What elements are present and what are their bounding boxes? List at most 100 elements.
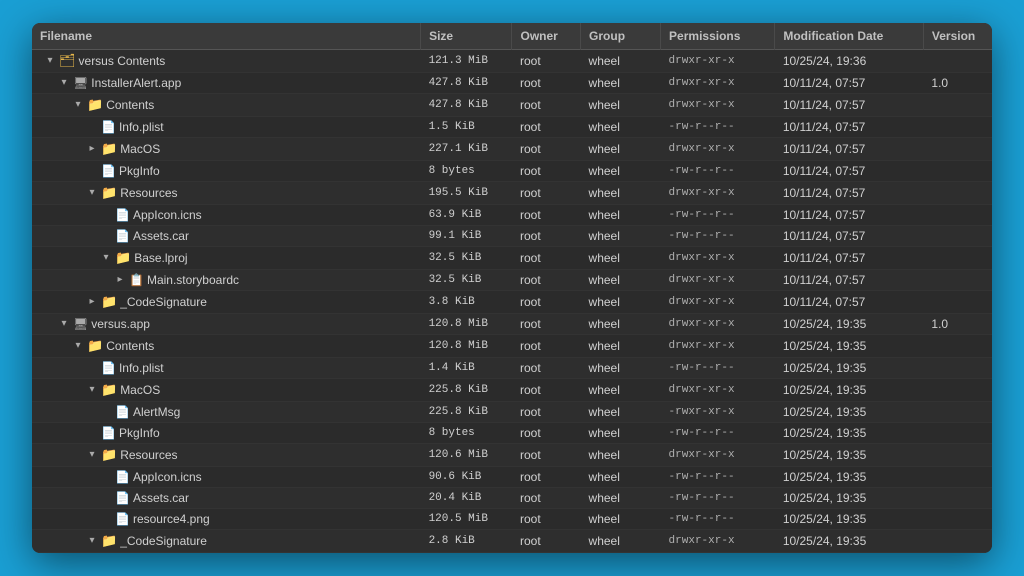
row-version xyxy=(923,358,992,379)
table-row[interactable]: 📄 Assets.car 99.1 KiBrootwheel-rw-r--r--… xyxy=(32,226,992,247)
folder-yellow-icon: 🗂 xyxy=(59,53,76,69)
toggle-expand[interactable]: ▾ xyxy=(58,318,70,330)
table-row[interactable]: ▾ 📁 Resources 120.6 MiBrootwheeldrwxr-xr… xyxy=(32,444,992,467)
row-size: 3.8 KiB xyxy=(421,291,512,314)
row-filename: Resources xyxy=(120,448,177,462)
toggle-expand[interactable]: ▾ xyxy=(86,187,98,199)
toggle-expand[interactable]: ▾ xyxy=(44,55,56,67)
row-perms: -rw-r--r-- xyxy=(661,553,775,554)
table-row[interactable]: 📄 Info.plist 1.4 KiBrootwheel-rw-r--r--1… xyxy=(32,358,992,379)
row-filename: Info.plist xyxy=(119,361,164,375)
col-header-moddate[interactable]: Modification Date xyxy=(775,23,924,50)
table-row[interactable]: ▾ 📁 Base.lproj 32.5 KiBrootwheeldrwxr-xr… xyxy=(32,247,992,270)
file-icon: 📄 xyxy=(115,229,130,243)
file-icon: 📄 xyxy=(115,470,130,484)
row-size: 427.8 KiB xyxy=(421,94,512,117)
row-moddate: 10/11/24, 07:57 xyxy=(775,94,924,117)
table-row[interactable]: ▾ 📁 Contents 427.8 KiBrootwheeldrwxr-xr-… xyxy=(32,94,992,117)
folder-blue-icon: 📁 xyxy=(101,294,117,310)
row-owner: root xyxy=(512,423,581,444)
table-row[interactable]: 📄 CodeResources 2.8 KiBrootwheel-rw-r--r… xyxy=(32,553,992,554)
file-table: Filename Size Owner Group Permissions Mo… xyxy=(32,23,992,553)
col-header-perms[interactable]: Permissions xyxy=(661,23,775,50)
row-size: 1.4 KiB xyxy=(421,358,512,379)
table-row[interactable]: ▾ 📁 _CodeSignature 2.8 KiBrootwheeldrwxr… xyxy=(32,530,992,553)
table-row[interactable]: ▾ 📁 Contents 120.8 MiBrootwheeldrwxr-xr-… xyxy=(32,335,992,358)
row-version xyxy=(923,335,992,358)
row-owner: root xyxy=(512,94,581,117)
folder-blue-icon: 📁 xyxy=(101,141,117,157)
table-row[interactable]: ▾ 🖥 versus.app 120.8 MiBrootwheeldrwxr-x… xyxy=(32,314,992,335)
row-group: wheel xyxy=(581,358,661,379)
row-size: 32.5 KiB xyxy=(421,247,512,270)
row-moddate: 10/25/24, 19:35 xyxy=(775,444,924,467)
table-row[interactable]: 📄 Info.plist 1.5 KiBrootwheel-rw-r--r--1… xyxy=(32,117,992,138)
table-row[interactable]: ▸ 📁 MacOS 227.1 KiBrootwheeldrwxr-xr-x10… xyxy=(32,138,992,161)
table-row[interactable]: 📄 AppIcon.icns 63.9 KiBrootwheel-rw-r--r… xyxy=(32,205,992,226)
row-owner: root xyxy=(512,161,581,182)
row-version xyxy=(923,379,992,402)
toggle-expand[interactable]: ▾ xyxy=(72,340,84,352)
table-row[interactable]: 📄 PkgInfo 8 bytesrootwheel-rw-r--r--10/2… xyxy=(32,423,992,444)
row-version xyxy=(923,138,992,161)
toggle-expand[interactable]: ▾ xyxy=(58,77,70,89)
col-header-version[interactable]: Version xyxy=(923,23,992,50)
toggle-expand[interactable]: ▾ xyxy=(72,99,84,111)
row-version xyxy=(923,247,992,270)
row-group: wheel xyxy=(581,270,661,291)
row-size: 2.8 KiB xyxy=(421,553,512,554)
toggle-expand[interactable]: ▾ xyxy=(86,384,98,396)
col-header-filename[interactable]: Filename xyxy=(32,23,421,50)
toggle-collapse[interactable]: ▸ xyxy=(114,274,126,286)
row-group: wheel xyxy=(581,402,661,423)
row-moddate: 10/25/24, 19:35 xyxy=(775,358,924,379)
row-owner: root xyxy=(512,335,581,358)
row-owner: root xyxy=(512,530,581,553)
table-row[interactable]: 📄 Assets.car 20.4 KiBrootwheel-rw-r--r--… xyxy=(32,488,992,509)
row-owner: root xyxy=(512,226,581,247)
row-moddate: 10/25/24, 19:35 xyxy=(775,488,924,509)
table-row[interactable]: 📄 AppIcon.icns 90.6 KiBrootwheel-rw-r--r… xyxy=(32,467,992,488)
row-owner: root xyxy=(512,488,581,509)
col-header-owner[interactable]: Owner xyxy=(512,23,581,50)
table-container[interactable]: Filename Size Owner Group Permissions Mo… xyxy=(32,23,992,553)
row-version xyxy=(923,161,992,182)
toggle-collapse[interactable]: ▸ xyxy=(86,143,98,155)
row-group: wheel xyxy=(581,226,661,247)
row-group: wheel xyxy=(581,488,661,509)
table-row[interactable]: 📄 PkgInfo 8 bytesrootwheel-rw-r--r--10/1… xyxy=(32,161,992,182)
row-owner: root xyxy=(512,402,581,423)
row-group: wheel xyxy=(581,247,661,270)
table-row[interactable]: ▸ 📁 _CodeSignature 3.8 KiBrootwheeldrwxr… xyxy=(32,291,992,314)
file-icon: 📄 xyxy=(101,164,116,178)
col-header-size[interactable]: Size xyxy=(421,23,512,50)
table-row[interactable]: ▸ 📋 Main.storyboardc 32.5 KiBrootwheeldr… xyxy=(32,270,992,291)
table-row[interactable]: ▾ 📁 MacOS 225.8 KiBrootwheeldrwxr-xr-x10… xyxy=(32,379,992,402)
row-size: 8 bytes xyxy=(421,423,512,444)
table-row[interactable]: ▾ 📁 Resources 195.5 KiBrootwheeldrwxr-xr… xyxy=(32,182,992,205)
row-perms: -rw-r--r-- xyxy=(661,467,775,488)
toggle-expand[interactable]: ▾ xyxy=(86,535,98,547)
row-group: wheel xyxy=(581,205,661,226)
row-version xyxy=(923,117,992,138)
table-row[interactable]: ▾ 🖥 InstallerAlert.app 427.8 KiBrootwhee… xyxy=(32,73,992,94)
toggle-expand[interactable]: ▾ xyxy=(86,449,98,461)
toggle-collapse[interactable]: ▸ xyxy=(86,296,98,308)
table-row[interactable]: 📄 resource4.png 120.5 MiBrootwheel-rw-r-… xyxy=(32,509,992,530)
col-header-group[interactable]: Group xyxy=(581,23,661,50)
row-size: 20.4 KiB xyxy=(421,488,512,509)
row-perms: drwxr-xr-x xyxy=(661,73,775,94)
table-row[interactable]: 📄 AlertMsg 225.8 KiBrootwheel-rwxr-xr-x1… xyxy=(32,402,992,423)
row-filename: Assets.car xyxy=(133,491,189,505)
row-version xyxy=(923,553,992,554)
toggle-expand[interactable]: ▾ xyxy=(100,252,112,264)
table-row[interactable]: ▾ 🗂 versus Contents 121.3 MiBrootwheeldr… xyxy=(32,50,992,73)
row-moddate: 10/11/24, 07:57 xyxy=(775,73,924,94)
row-version xyxy=(923,509,992,530)
row-owner: root xyxy=(512,314,581,335)
row-version: 1.0 xyxy=(923,314,992,335)
row-moddate: 10/25/24, 19:35 xyxy=(775,402,924,423)
row-perms: -rw-r--r-- xyxy=(661,358,775,379)
row-group: wheel xyxy=(581,467,661,488)
row-perms: drwxr-xr-x xyxy=(661,270,775,291)
